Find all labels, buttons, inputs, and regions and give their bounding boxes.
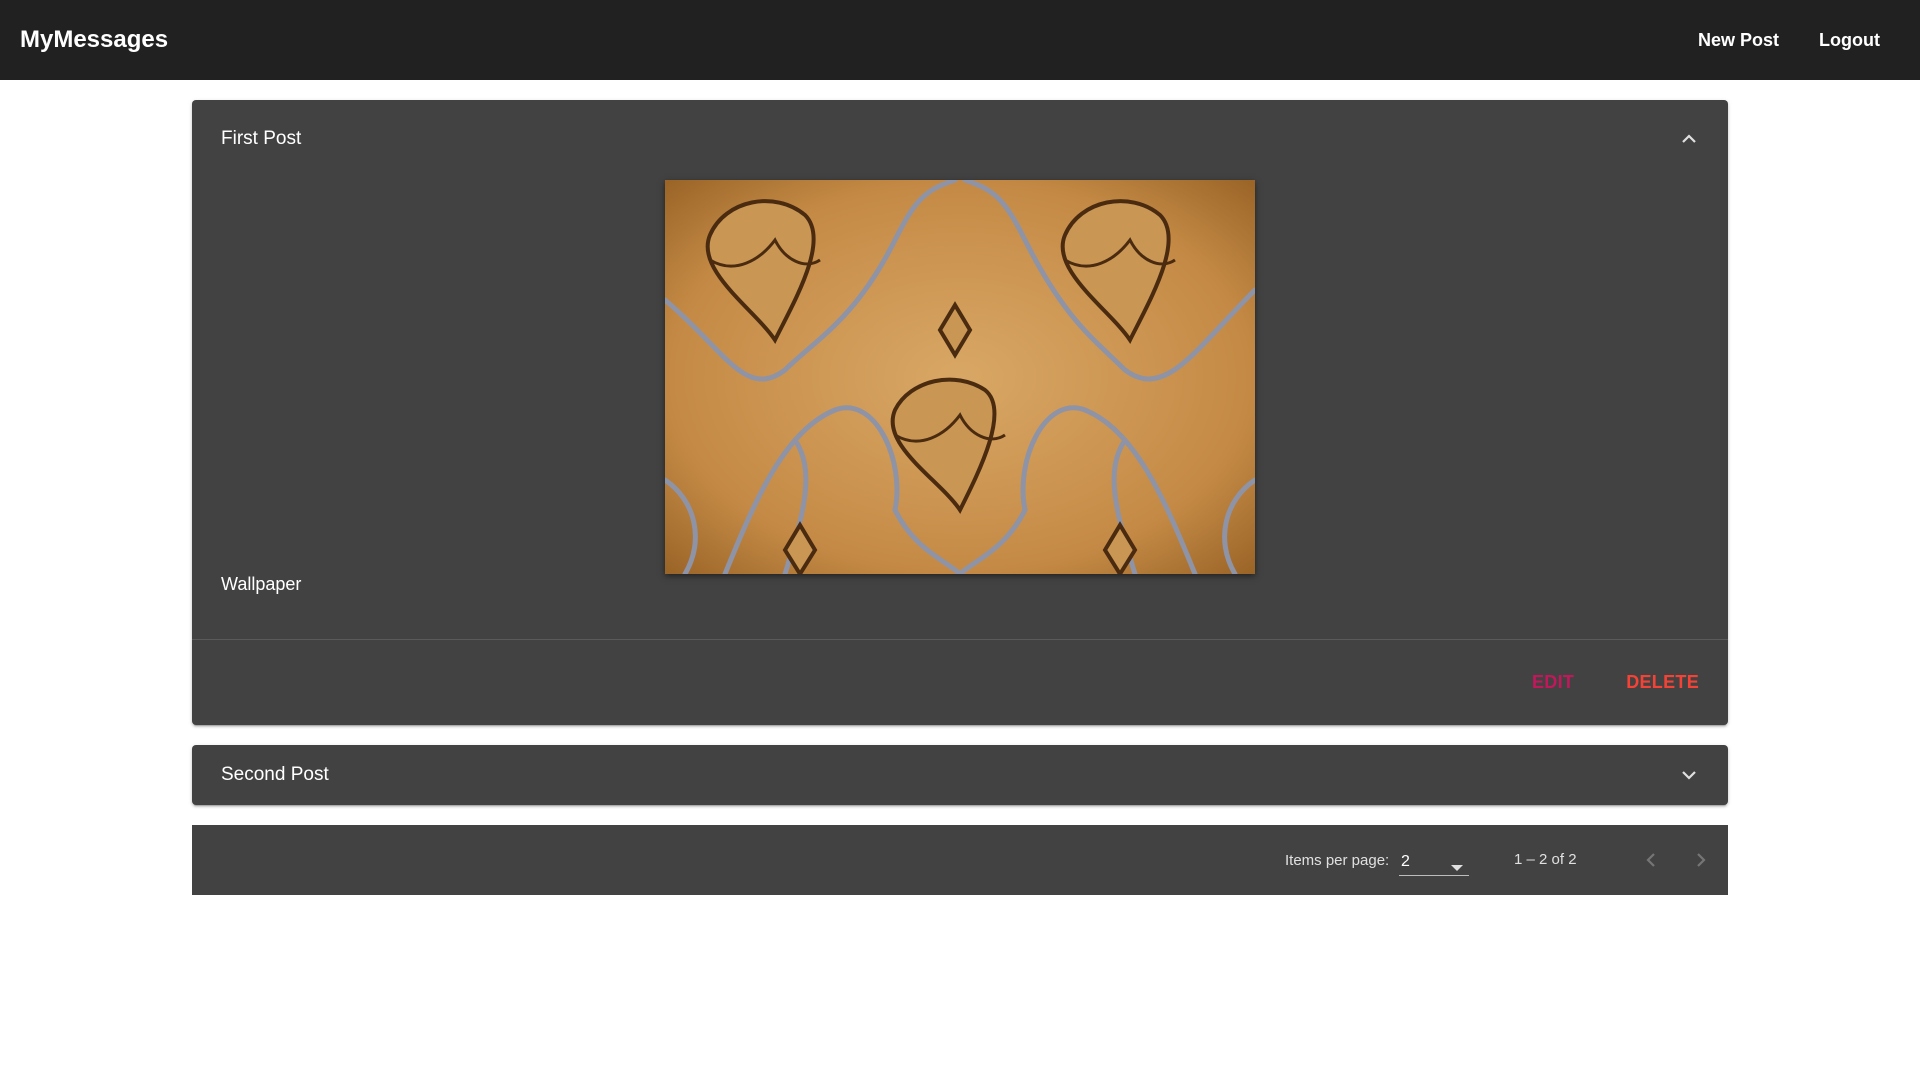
page-size-value: 2 — [1401, 853, 1410, 870]
paginator: Items per page: 2 1 – 2 of 2 — [192, 825, 1728, 895]
app-title[interactable]: MyMessages — [20, 26, 1658, 54]
page-range-label: 1 – 2 of 2 — [1514, 851, 1577, 868]
logout-button[interactable]: Logout — [1819, 30, 1880, 51]
new-post-button[interactable]: New Post — [1698, 30, 1779, 51]
dropdown-arrow-icon — [1451, 858, 1463, 876]
chevron-up-icon[interactable] — [1679, 129, 1699, 149]
post-panel: First Post Wallpaper EDIT DELETE — [192, 100, 1728, 725]
chevron-down-icon[interactable] — [1679, 765, 1699, 785]
chevron-left-icon[interactable] — [1638, 847, 1664, 873]
post-actions: EDIT DELETE — [1532, 672, 1699, 693]
action-divider — [192, 639, 1728, 640]
chevron-right-icon[interactable] — [1688, 847, 1714, 873]
post-content: Wallpaper — [221, 574, 302, 594]
delete-button[interactable]: DELETE — [1626, 672, 1699, 693]
items-per-page-label: Items per page: — [1285, 852, 1390, 869]
post-panel-header[interactable]: Second Post — [192, 745, 1728, 805]
post-title: First Post — [221, 128, 302, 149]
app-toolbar: MyMessages New Post Logout — [0, 0, 1920, 80]
post-image — [665, 180, 1255, 574]
page-size-select[interactable]: 2 — [1399, 845, 1469, 876]
post-title: Second Post — [221, 764, 329, 785]
post-panel-header[interactable]: First Post — [192, 100, 1728, 178]
post-panel: Second Post — [192, 745, 1728, 805]
edit-button[interactable]: EDIT — [1532, 672, 1574, 693]
